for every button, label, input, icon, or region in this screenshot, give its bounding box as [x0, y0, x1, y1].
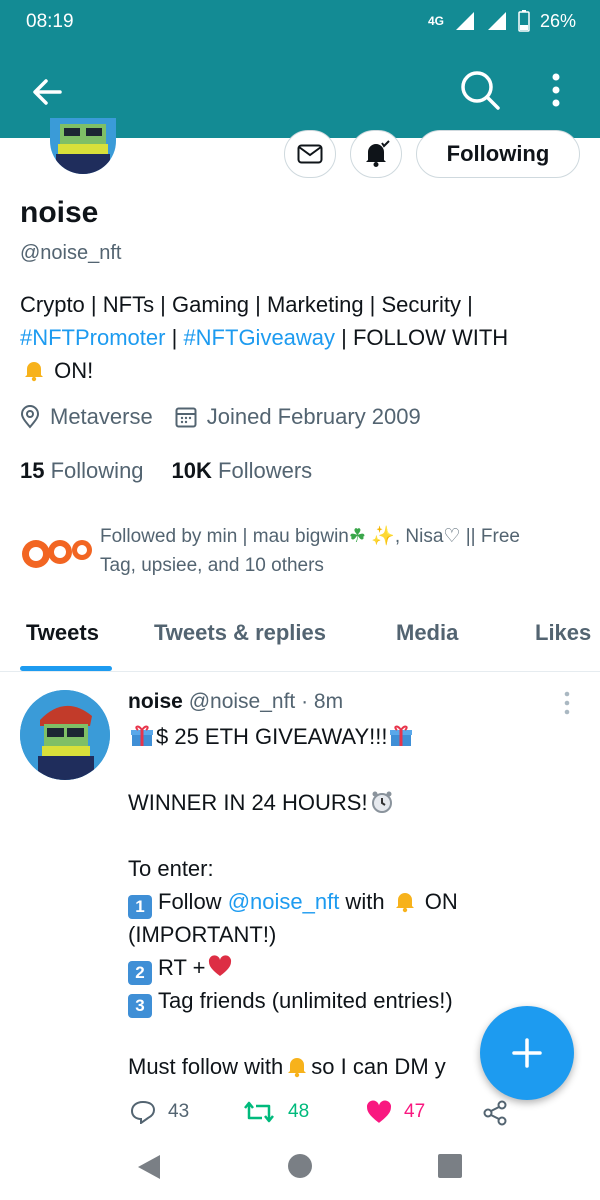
- bio-text: ON!: [48, 358, 94, 383]
- reply-button[interactable]: 43: [130, 1100, 189, 1124]
- bio-text: | FOLLOW WITH: [335, 325, 509, 350]
- tweet-step1-on: ON: [418, 889, 458, 914]
- like-button[interactable]: 47: [366, 1100, 425, 1124]
- followers-count: 10K: [171, 458, 212, 483]
- tweet-must-follow: Must follow with: [128, 1054, 284, 1079]
- tweet-step3: Tag friends (unlimited entries!): [158, 988, 453, 1013]
- followed-by-text: Tag, upsiee, and 10 others: [100, 555, 324, 576]
- tweet-time: · 8m: [301, 690, 344, 713]
- signal-icon: [455, 12, 474, 30]
- location-pin-icon: [20, 405, 40, 429]
- following-label: Following: [50, 458, 144, 483]
- tab-likes[interactable]: Likes: [535, 620, 591, 646]
- alarm-clock-emoji-icon: [371, 791, 392, 813]
- keycap-2-icon: 2: [128, 961, 152, 985]
- profile-avatar[interactable]: [50, 118, 116, 174]
- red-heart-emoji-icon: [208, 955, 231, 976]
- calendar-icon: [175, 407, 197, 428]
- tweet-dm-text: so I can DM y: [311, 1054, 446, 1079]
- retweet-button[interactable]: 48: [242, 1100, 309, 1124]
- retweet-icon: [244, 1101, 274, 1123]
- more-vertical-icon[interactable]: [562, 690, 572, 716]
- system-nav-bar: [0, 1140, 600, 1200]
- status-bar: 08:19 4G 26%: [0, 0, 600, 44]
- reply-icon: [130, 1100, 156, 1124]
- status-time: 08:19: [26, 11, 74, 32]
- nav-back-icon[interactable]: [134, 1152, 164, 1182]
- status-icons: 4G 26%: [428, 10, 576, 32]
- followed-by-text: , Nisa♡ || Free: [394, 526, 520, 547]
- tweet-header: noise @noise_nft · 8m: [128, 690, 343, 714]
- tweet-winner: WINNER IN 24 HOURS!: [128, 790, 368, 815]
- tweet-author-handle[interactable]: @noise_nft: [189, 690, 296, 713]
- followers-count-link[interactable]: 10K Followers: [172, 458, 313, 484]
- followed-by-text: Followed by min | mau bigwin: [100, 526, 349, 547]
- share-button[interactable]: [482, 1100, 508, 1126]
- nav-home-icon[interactable]: [286, 1152, 314, 1180]
- share-icon: [483, 1100, 507, 1126]
- tweet-step1-important: (IMPORTANT!): [128, 922, 277, 947]
- tweet-step2: RT +: [158, 955, 206, 980]
- bio-separator: |: [165, 325, 184, 350]
- profile-location: Metaverse: [50, 404, 153, 429]
- compose-tweet-button[interactable]: [480, 1006, 574, 1100]
- bell-emoji-icon: [395, 893, 414, 913]
- search-icon[interactable]: [458, 68, 502, 112]
- tab-tweets-replies[interactable]: Tweets & replies: [154, 620, 326, 646]
- followers-label: Followers: [218, 458, 313, 483]
- retweet-count: 48: [288, 1101, 310, 1122]
- profile-bio: Crypto | NFTs | Gaming | Marketing | Sec…: [20, 288, 580, 387]
- plus-icon: [512, 1038, 542, 1068]
- followed-by[interactable]: Followed by min | mau bigwin☘ ✨, Nisa♡ |…: [20, 522, 580, 582]
- keycap-3-icon: 3: [128, 994, 152, 1018]
- sparkles-emoji-icon: ✨: [365, 526, 395, 547]
- bell-emoji-icon: [288, 1058, 307, 1078]
- message-button[interactable]: [284, 130, 336, 178]
- tweet-step1-with: with: [339, 889, 385, 914]
- following-count-link[interactable]: 15 Following: [20, 458, 144, 484]
- reply-count: 43: [168, 1101, 190, 1122]
- profile-joined: Joined February 2009: [206, 404, 421, 429]
- clover-emoji-icon: ☘: [348, 526, 366, 547]
- mail-icon: [297, 144, 323, 164]
- tweet-mention-link[interactable]: @noise_nft: [228, 889, 340, 914]
- tweet-title: $ 25 ETH GIVEAWAY!!!: [156, 724, 388, 749]
- more-vertical-icon[interactable]: [544, 70, 568, 114]
- profile-name: noise: [20, 196, 99, 229]
- network-label: 4G: [427, 14, 444, 28]
- battery-percent: 26%: [539, 10, 576, 31]
- tab-tweets[interactable]: Tweets: [26, 620, 99, 646]
- bell-icon: [366, 140, 390, 167]
- battery-icon: [518, 10, 530, 32]
- hashtag-link[interactable]: #NFTGiveaway: [183, 325, 335, 350]
- profile-meta: Metaverse Joined February 2009: [20, 404, 443, 430]
- profile-counts: 15 Following 10K Followers: [20, 458, 312, 484]
- tweet-actions: 43 48 47: [130, 1100, 520, 1134]
- tweet-avatar[interactable]: [20, 690, 110, 780]
- like-count: 47: [404, 1101, 426, 1122]
- hashtag-link[interactable]: #NFTPromoter: [20, 325, 165, 350]
- tweet-to-enter: To enter:: [128, 856, 214, 881]
- profile-handle: @noise_nft: [20, 242, 122, 264]
- notifications-button[interactable]: [350, 130, 402, 178]
- tab-indicator: [20, 666, 112, 671]
- nav-recents-icon[interactable]: [436, 1152, 464, 1180]
- follower-avatars: [20, 522, 100, 582]
- tweet-author-name[interactable]: noise: [128, 690, 183, 713]
- arrow-left-icon[interactable]: [28, 72, 68, 112]
- following-button[interactable]: Following: [416, 130, 580, 178]
- signal-icon: [487, 12, 506, 30]
- heart-icon: [366, 1100, 392, 1123]
- gift-emoji-icon: [390, 725, 413, 746]
- gift-emoji-icon: [131, 725, 153, 746]
- tweet-step1: Follow: [158, 889, 228, 914]
- following-count: 15: [20, 458, 45, 483]
- tab-media[interactable]: Media: [396, 620, 458, 646]
- bio-text: Crypto | NFTs | Gaming | Marketing | Sec…: [20, 292, 473, 317]
- keycap-1-icon: 1: [128, 895, 152, 919]
- profile-tabs: Tweets Tweets & replies Media Likes: [0, 608, 600, 672]
- bell-emoji-icon: [25, 362, 43, 382]
